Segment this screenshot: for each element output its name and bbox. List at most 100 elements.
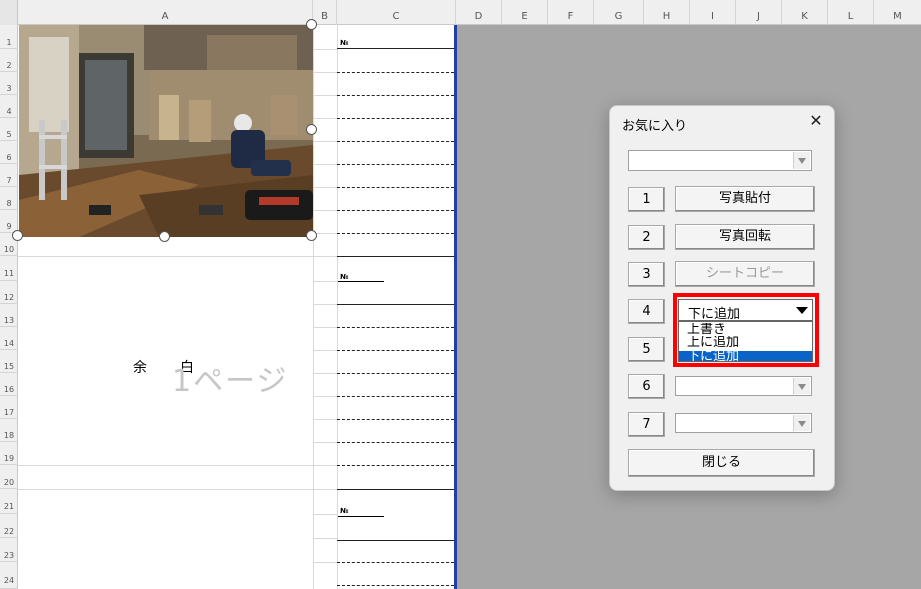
column-header-m[interactable]: M [874,0,921,25]
row-line [313,442,337,443]
favorites-select[interactable] [628,150,812,171]
row-header[interactable]: 22 [0,514,18,538]
dropdown-option-overwrite[interactable]: 上書き [679,323,812,337]
row-header[interactable]: 1 [0,25,18,49]
row-line [313,187,337,188]
entry-line [337,256,454,257]
row-header[interactable]: 16 [0,373,18,396]
column-header-c[interactable]: C [337,0,456,25]
number-button-5[interactable]: 5 [628,337,665,362]
column-header-i[interactable]: I [690,0,736,25]
row-header[interactable]: 20 [0,465,18,489]
row-line [313,210,337,211]
row-header[interactable]: 3 [0,72,18,95]
column-header-f[interactable]: F [548,0,594,25]
row-header[interactable]: 18 [0,419,18,442]
number-label: № [340,507,349,515]
entry-line [337,210,454,211]
number-button-4[interactable]: 4 [628,299,665,324]
row-header-bar: 1 2 3 4 5 6 7 8 9 10 11 12 13 14 15 16 1… [0,25,18,589]
row-line [313,373,337,374]
row-header[interactable]: 21 [0,489,18,514]
row-header[interactable]: 11 [0,256,18,281]
row-header[interactable]: 7 [0,164,18,187]
row-header[interactable]: 12 [0,281,18,304]
sheet-copy-button: シートコピー [675,261,815,287]
number-underline [338,281,384,282]
selection-handle-icon[interactable] [12,230,23,241]
selection-handle-icon[interactable] [306,124,317,135]
paste-photo-button[interactable]: 写真貼付 [675,186,815,212]
chevron-down-icon[interactable] [793,152,810,169]
add-mode-select-value: 下に追加 [688,307,741,322]
column-divider [337,25,338,589]
entry-line [337,164,454,165]
selection-handle-icon[interactable] [306,19,317,30]
row-header[interactable]: 19 [0,442,18,465]
row-header[interactable]: 5 [0,118,18,141]
option-select-7[interactable] [675,413,812,433]
row-line [313,304,337,305]
row-header[interactable]: 15 [0,350,18,373]
number-button-6[interactable]: 6 [628,374,665,399]
row-header[interactable]: 14 [0,327,18,350]
number-button-1[interactable]: 1 [628,187,665,212]
close-icon[interactable]: ✕ [806,111,826,131]
column-header-l[interactable]: L [828,0,874,25]
row-header[interactable]: 13 [0,304,18,327]
entry-line [337,489,454,490]
add-mode-options-list[interactable]: 上書き 上に追加 下に追加 [678,321,813,362]
column-header-d[interactable]: D [456,0,502,25]
selection-handle-icon[interactable] [306,230,317,241]
entry-line [337,562,454,563]
column-header-j[interactable]: J [736,0,782,25]
row-line [313,281,337,282]
column-header-e[interactable]: E [502,0,548,25]
entry-line [337,442,454,443]
column-header-b[interactable]: B [313,0,337,25]
row-header[interactable]: 2 [0,49,18,72]
entry-line [337,233,454,234]
number-button-7[interactable]: 7 [628,412,665,437]
row-header[interactable]: 24 [0,562,18,589]
row-header[interactable]: 23 [0,538,18,562]
row-header[interactable]: 4 [0,95,18,118]
dialog-title: お気に入り [622,119,688,134]
row-header[interactable]: 17 [0,396,18,419]
entry-line [337,419,454,420]
page-number-watermark: 1ページ [172,364,289,399]
row-header[interactable]: 6 [0,141,18,164]
entry-line [337,72,454,73]
column-header-h[interactable]: H [644,0,690,25]
chevron-down-icon[interactable] [795,303,810,318]
close-dialog-button[interactable]: 閉じる [628,449,815,477]
row-line [313,49,337,50]
selection-handle-icon[interactable] [159,231,170,242]
entry-line [337,327,454,328]
row-line [18,256,313,257]
row-line [18,489,313,490]
number-button-2[interactable]: 2 [628,225,665,250]
entry-line [337,465,454,466]
option-select-6[interactable] [675,376,812,396]
row-line [313,419,337,420]
dropdown-option-add-above[interactable]: 上に追加 [679,336,812,350]
number-underline [338,516,384,517]
pasted-photo[interactable] [19,25,313,237]
select-all-corner[interactable] [0,0,18,25]
row-line [313,538,337,539]
column-header-k[interactable]: K [782,0,828,25]
margin-label: 余 [133,360,147,376]
column-header-g[interactable]: G [594,0,644,25]
dropdown-option-add-below[interactable]: 下に追加 [679,351,812,361]
column-header-a[interactable]: A [18,0,313,25]
entry-line [337,373,454,374]
chevron-down-icon[interactable] [793,378,810,394]
entry-line [337,585,454,586]
chevron-down-icon[interactable] [793,415,810,431]
number-button-3[interactable]: 3 [628,262,665,287]
add-mode-select[interactable]: 下に追加 [678,299,813,322]
entry-line [337,350,454,351]
rotate-photo-button[interactable]: 写真回転 [675,224,815,250]
row-header[interactable]: 8 [0,187,18,210]
